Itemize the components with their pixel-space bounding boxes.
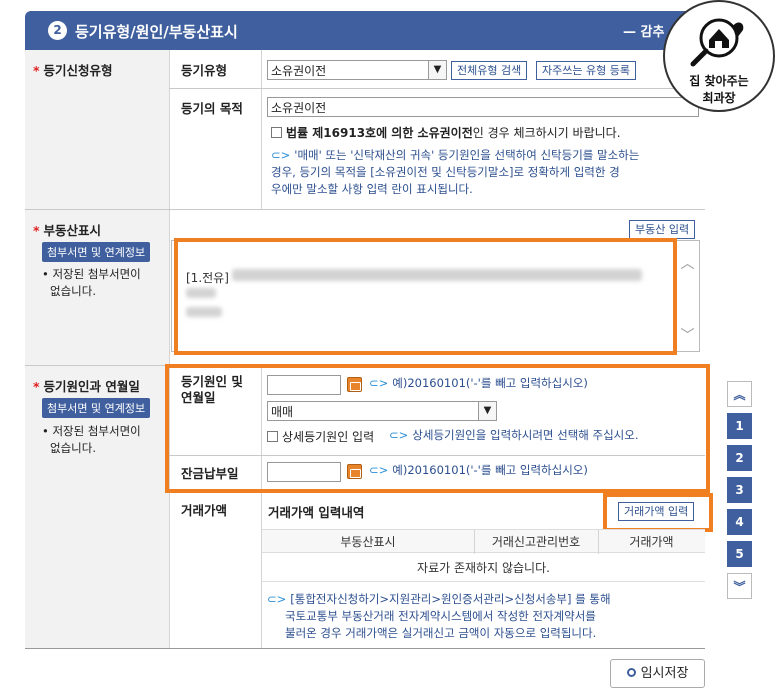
section-nav-1[interactable]: 1 xyxy=(727,413,752,439)
price-table-header: 부동산표시 거래신고관리번호 거래가액 xyxy=(262,529,705,554)
scrollbar[interactable]: ︿ ﹀ xyxy=(675,241,699,351)
column-header: 부동산표시 xyxy=(340,535,396,549)
trust-hint-line: 우에만 말소할 사항 입력 란이 표시됩니다. xyxy=(271,182,473,196)
arrow-right-icon: ⊂> xyxy=(267,592,287,606)
law-checkbox-row[interactable]: 법률 제16913호에 의한 소유권이전인 경우 체크하시기 바랍니다. xyxy=(271,124,621,141)
trust-hint: ⊂> '매매' 또는 '신탁재산의 귀속' 등기원인을 선택하여 신탁등기를 말소… xyxy=(271,147,701,198)
chevron-down-icon: ﹀ xyxy=(680,328,695,344)
cause-attachments-button[interactable]: 첨부서면 및 연계정보 xyxy=(42,398,151,418)
property-input-button[interactable]: 부동산 입력 xyxy=(629,220,696,239)
registration-type-sublabel: 등기유형 xyxy=(181,63,228,78)
divider xyxy=(169,88,705,89)
save-label: 임시저장 xyxy=(640,666,689,681)
section-number: 2 xyxy=(48,21,67,40)
price-hint: ⊂> [통합전자신청하기>지원관리>원인증서관리>신청서송부] 를 통해 국토교통… xyxy=(267,591,697,642)
law-checkbox[interactable] xyxy=(271,127,282,138)
highlight-box xyxy=(165,364,710,493)
label-cell-registration-type: * 등기신청유형 xyxy=(25,50,169,209)
section-nav-3[interactable]: 3 xyxy=(727,477,752,503)
chevron-up-icon: ︿ xyxy=(680,256,695,272)
circle-icon xyxy=(626,668,636,677)
hint-line: 불러온 경우 거래가액은 실거래신고 금액이 자동으로 입력됩니다. xyxy=(285,626,597,640)
double-chevron-up-icon: ︽ xyxy=(733,388,746,402)
divider xyxy=(25,209,705,210)
logo-text-2: 최과장 xyxy=(702,91,736,105)
scroll-top-button[interactable]: ︽ xyxy=(727,381,752,407)
registration-type-select[interactable]: 소유권이전 ▼ xyxy=(267,60,447,80)
arrow-right-icon: ⊂> xyxy=(271,148,291,162)
collapse-button[interactable]: — 감추 xyxy=(623,21,664,40)
section-title: 등기유형/원인/부동산표시 xyxy=(75,23,238,41)
hint-line: 국토교통부 부동산거래 전자계약시스템에서 작성한 전자계약서를 xyxy=(285,609,596,623)
highlight-box xyxy=(603,493,713,532)
note-line: 저장된 첨부서면이 xyxy=(52,267,141,281)
column-header: 거래신고관리번호 xyxy=(491,535,581,549)
trust-hint-line: '매매' 또는 '신탁재산의 귀속' 등기원인을 선택하여 신탁등기를 말소하는 xyxy=(294,148,640,162)
section-nav-5[interactable]: 5 xyxy=(727,541,752,567)
temp-save-button[interactable]: 임시저장 xyxy=(610,659,705,688)
column-header: 거래가액 xyxy=(629,535,674,549)
registration-type-value: 소유권이전 xyxy=(271,64,327,78)
purpose-sublabel: 등기의 목적 xyxy=(181,101,243,116)
divider xyxy=(169,50,170,648)
chevron-down-icon: ▼ xyxy=(428,61,446,79)
logo-text-1: 집 찾아주는 xyxy=(689,74,749,88)
search-all-types-button[interactable]: 전체유형 검색 xyxy=(451,61,528,80)
section-nav-4[interactable]: 4 xyxy=(727,509,752,535)
property-attach-note: • 저장된 첨부서면이 없습니다. xyxy=(42,267,141,298)
register-frequent-type-button[interactable]: 자주쓰는 유형 등록 xyxy=(536,61,636,80)
registration-type-label: 등기신청유형 xyxy=(43,63,113,78)
property-attachments-button[interactable]: 첨부서면 및 연계정보 xyxy=(42,242,151,262)
required-mark: * xyxy=(33,63,40,78)
section-header: 2 등기유형/원인/부동산표시 — 감추 xyxy=(25,11,705,50)
double-chevron-down-icon: ︾ xyxy=(733,580,746,594)
trust-hint-line: 경우, 등기의 목적을 [소유권이전 및 신탁등기말소]로 정확하게 입력한 경 xyxy=(271,165,620,179)
note-line: 없습니다. xyxy=(50,441,96,455)
empty-message: 자료가 존재하지 않습니다. xyxy=(262,554,705,582)
scroll-bottom-button[interactable]: ︾ xyxy=(727,573,752,599)
divider xyxy=(261,50,262,210)
required-mark: * xyxy=(33,379,40,394)
highlight-box xyxy=(174,238,677,355)
price-label: 거래가액 xyxy=(181,503,228,518)
cause-attach-note: • 저장된 첨부서면이 없습니다. xyxy=(42,424,141,455)
section-nav-2[interactable]: 2 xyxy=(727,445,752,471)
law-checkbox-text: 인 경우 체크하시기 바랍니다. xyxy=(472,126,621,140)
required-mark: * xyxy=(33,223,40,238)
purpose-input[interactable]: 소유권이전 xyxy=(267,97,699,117)
price-history-title: 거래가액 입력내역 xyxy=(268,505,365,520)
house-search-icon xyxy=(690,18,744,67)
note-line: 없습니다. xyxy=(50,284,96,298)
note-line: 저장된 첨부서면이 xyxy=(52,424,141,438)
property-label: 부동산표시 xyxy=(43,223,102,238)
hint-line: [통합전자신청하기>지원관리>원인증서관리>신청서송부] 를 통해 xyxy=(290,592,611,606)
watermark-logo: 집 찾아주는 최과장 xyxy=(663,0,775,112)
law-checkbox-bold: 법률 제16913호에 의한 소유권이전 xyxy=(286,126,473,140)
cause-label: 등기원인과 연월일 xyxy=(43,379,140,394)
divider xyxy=(25,648,705,649)
